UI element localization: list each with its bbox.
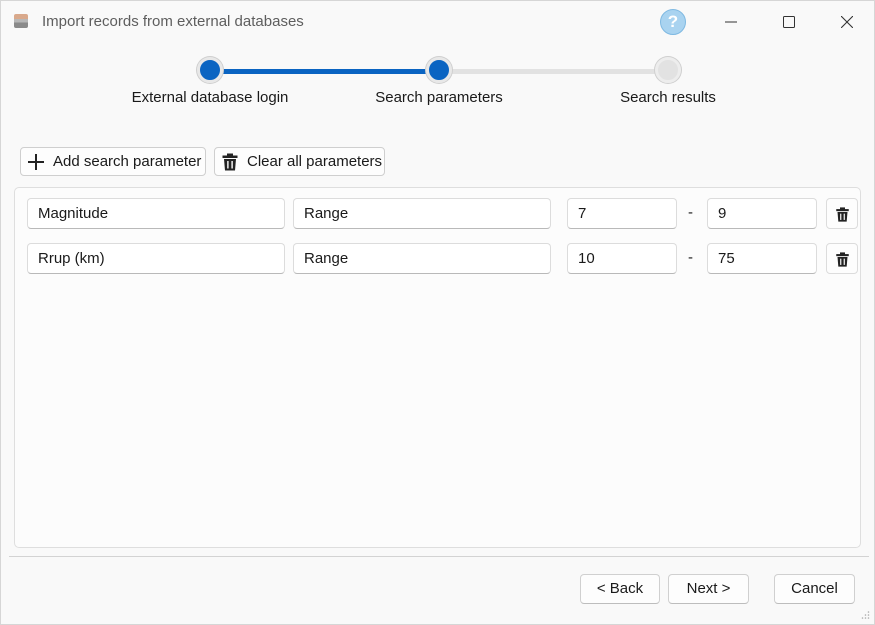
resize-grip-icon[interactable] <box>860 610 870 620</box>
add-search-parameter-label: Add search parameter <box>53 153 202 170</box>
step-label-login: External database login <box>131 89 289 106</box>
close-button[interactable] <box>824 7 870 37</box>
add-search-parameter-button[interactable]: Add search parameter <box>20 147 206 176</box>
clear-all-parameters-button[interactable]: Clear all parameters <box>214 147 385 176</box>
delete-parameter-button[interactable] <box>826 198 858 229</box>
import-dialog-window: Import records from external databases ?… <box>0 0 875 625</box>
parameter-row: Magnitude Range 7 - 9 <box>15 198 862 230</box>
stepper-track-completed <box>210 69 439 74</box>
range-min-input[interactable]: 10 <box>567 243 677 274</box>
search-parameters-panel: Magnitude Range 7 - 9 Rrup (km) Range 10… <box>14 187 861 548</box>
parameter-name-field[interactable]: Magnitude <box>27 198 285 229</box>
title-bar: Import records from external databases ? <box>1 1 874 43</box>
footer-divider <box>9 556 869 557</box>
range-min-input[interactable]: 7 <box>567 198 677 229</box>
parameter-name-field[interactable]: Rrup (km) <box>27 243 285 274</box>
maximize-button[interactable] <box>766 7 812 37</box>
wizard-stepper: External database login Search parameter… <box>1 51 874 121</box>
range-max-input[interactable]: 9 <box>707 198 817 229</box>
trash-icon <box>222 153 238 170</box>
clear-all-parameters-label: Clear all parameters <box>247 153 383 170</box>
back-button[interactable]: < Back <box>580 574 660 604</box>
cancel-button[interactable]: Cancel <box>774 574 855 604</box>
next-button[interactable]: Next > <box>668 574 749 604</box>
range-separator: - <box>688 249 693 266</box>
stepper-track-pending <box>439 69 668 74</box>
plus-icon <box>28 153 44 170</box>
range-separator: - <box>688 204 693 221</box>
step-node-login <box>197 57 223 83</box>
step-node-search-parameters <box>426 57 452 83</box>
parameter-row: Rrup (km) Range 10 - 75 <box>15 243 862 275</box>
parameter-type-field[interactable]: Range <box>293 198 551 229</box>
close-icon <box>841 16 853 28</box>
step-label-search-results: Search results <box>620 89 716 106</box>
minimize-icon <box>725 21 737 23</box>
maximize-icon <box>783 16 795 28</box>
parameter-type-field[interactable]: Range <box>293 243 551 274</box>
help-button[interactable]: ? <box>660 9 686 35</box>
trash-icon <box>836 252 849 267</box>
window-title: Import records from external databases <box>42 13 304 30</box>
minimize-button[interactable] <box>708 7 754 37</box>
range-max-input[interactable]: 75 <box>707 243 817 274</box>
step-label-search-parameters: Search parameters <box>375 89 503 106</box>
step-node-search-results <box>655 57 681 83</box>
trash-icon <box>836 207 849 222</box>
app-icon <box>14 14 28 28</box>
delete-parameter-button[interactable] <box>826 243 858 274</box>
